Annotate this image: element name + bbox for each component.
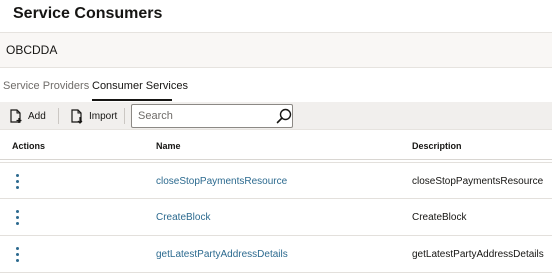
- service-description: closeStopPaymentsResource: [412, 176, 544, 187]
- search-input[interactable]: [132, 105, 272, 127]
- column-header-description[interactable]: Description: [412, 141, 462, 151]
- context-name: OBCDDA: [6, 43, 58, 57]
- kebab-menu-icon[interactable]: [12, 208, 24, 226]
- kebab-menu-icon[interactable]: [12, 245, 24, 263]
- table-row: closeStopPaymentsResource closeStopPayme…: [0, 162, 552, 199]
- import-document-icon: [71, 108, 83, 124]
- add-button[interactable]: Add: [9, 102, 46, 130]
- context-bar: OBCDDA: [0, 32, 552, 68]
- tab-consumer-services[interactable]: Consumer Services: [92, 80, 188, 92]
- toolbar-divider: [58, 108, 59, 124]
- search-icon[interactable]: [276, 108, 292, 124]
- active-tab-indicator: [92, 99, 172, 101]
- column-header-name[interactable]: Name: [156, 141, 181, 151]
- service-description: CreateBlock: [412, 212, 467, 223]
- table-header: Actions Name Description: [0, 130, 552, 160]
- add-button-label: Add: [28, 110, 46, 122]
- import-button[interactable]: Import: [70, 102, 117, 130]
- search-box: [131, 104, 293, 128]
- toolbar: Add Import: [0, 102, 552, 130]
- toolbar-divider: [124, 108, 125, 124]
- add-document-icon: [10, 108, 22, 123]
- service-name-link[interactable]: getLatestPartyAddressDetails: [156, 249, 288, 260]
- service-description: getLatestPartyAddressDetails: [412, 249, 544, 260]
- table-row: CreateBlock CreateBlock: [0, 199, 552, 236]
- table-body: closeStopPaymentsResource closeStopPayme…: [0, 162, 552, 273]
- kebab-menu-icon[interactable]: [12, 172, 24, 190]
- service-name-link[interactable]: CreateBlock: [156, 212, 210, 223]
- import-button-label: Import: [89, 110, 118, 122]
- tab-bar: Service Providers Consumer Services: [0, 68, 552, 102]
- page-title: Service Consumers: [13, 5, 163, 22]
- table-row: getLatestPartyAddressDetails getLatestPa…: [0, 236, 552, 273]
- service-name-link[interactable]: closeStopPaymentsResource: [156, 176, 287, 187]
- column-header-actions: Actions: [12, 141, 46, 151]
- tab-service-providers[interactable]: Service Providers: [3, 80, 89, 92]
- page-header: Service Consumers: [0, 0, 552, 32]
